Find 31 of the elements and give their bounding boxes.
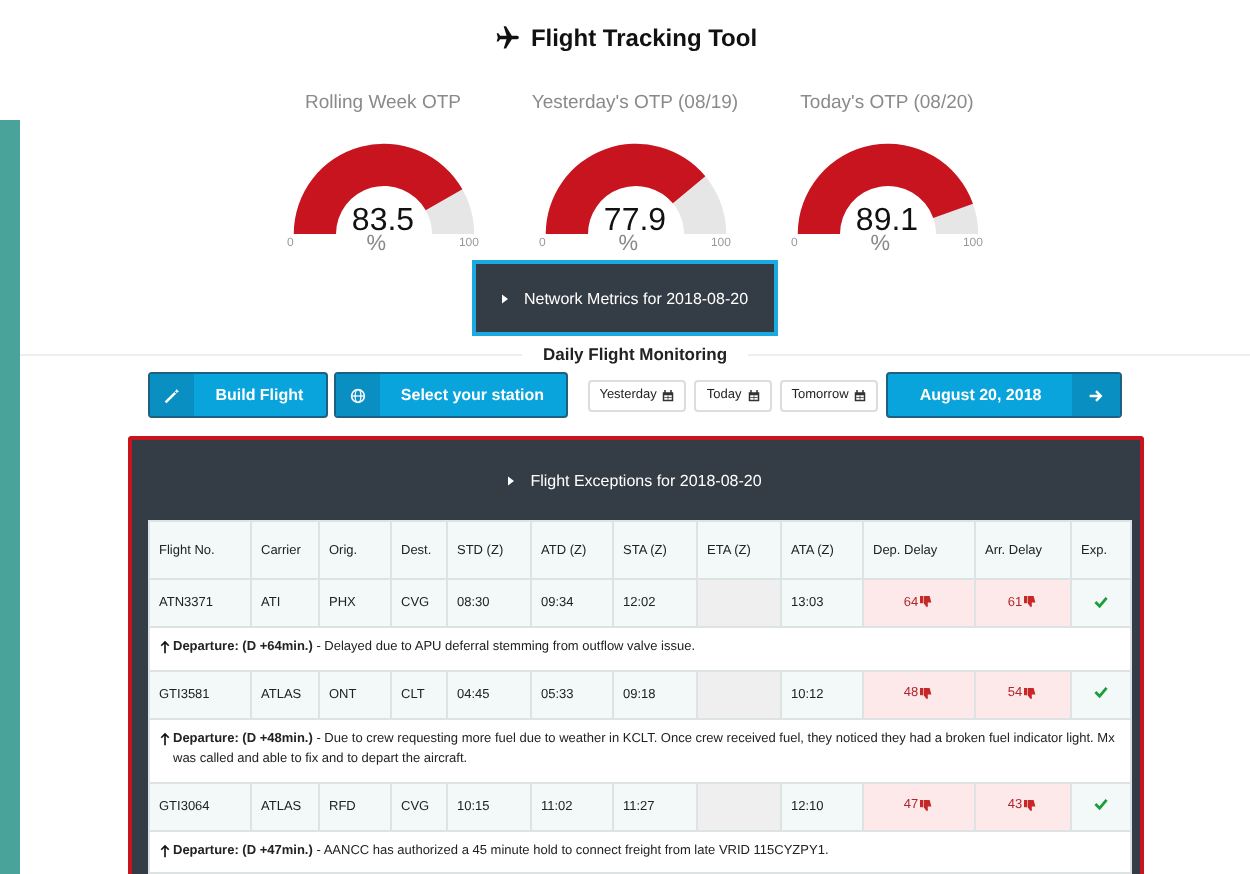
caret-icon [501, 293, 508, 303]
thumbs-down-icon [1024, 799, 1037, 812]
gauge-label: Rolling Week OTP [305, 92, 461, 114]
thumbs-down-icon [1024, 687, 1037, 700]
network-metrics-button[interactable]: Network Metrics for 2018-08-20 [472, 260, 778, 336]
gauge-value: 89.1 [853, 204, 921, 238]
arrow-up-icon [159, 731, 169, 745]
exceptions-toggle[interactable]: Flight Exceptions for 2018-08-20 [508, 471, 762, 489]
gauge-value: 83.5 [349, 204, 417, 238]
calendar-icon [854, 389, 867, 401]
thumbs-down-icon [920, 596, 933, 609]
thumbs-down-icon [920, 687, 933, 700]
airplane-icon [492, 24, 521, 52]
caret-icon [508, 475, 515, 485]
gauge-label: Today's OTP (08/20) [800, 92, 974, 114]
arrow-up-icon [159, 640, 169, 654]
gauge-value: 77.9 [601, 204, 669, 238]
thumbs-down-icon [1024, 596, 1037, 609]
gauge-unit: % [366, 234, 387, 254]
arrow-right-icon [1088, 387, 1105, 403]
page-title: Flight Tracking Tool [530, 24, 758, 52]
arrow-up-icon [159, 843, 169, 857]
gauge-label: Yesterday's OTP (08/19) [531, 92, 739, 114]
calendar-icon [747, 389, 760, 401]
section-title: Daily Flight Monitoring [540, 344, 730, 364]
thumbs-down-icon [920, 799, 933, 812]
calendar-icon [662, 389, 675, 401]
globe-icon [349, 387, 366, 403]
gauge-unit: % [870, 234, 891, 254]
wand-icon [163, 387, 180, 403]
gauge-unit: % [618, 234, 639, 254]
